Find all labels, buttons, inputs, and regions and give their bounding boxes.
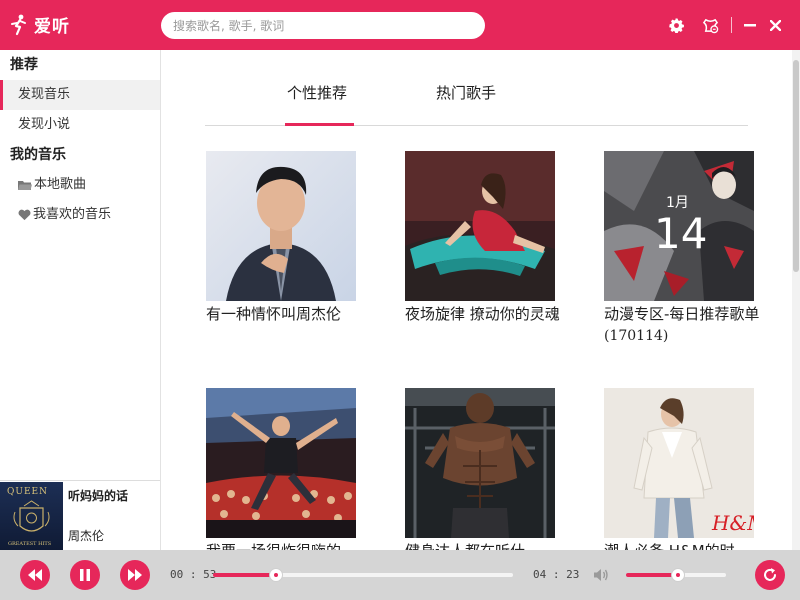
volume-button[interactable] (593, 567, 609, 587)
title-separator (731, 17, 732, 33)
playlist-caption: 我要一场很炸很嗨的 (206, 541, 366, 550)
app-title: 爱听 (34, 17, 70, 37)
playlist-card[interactable]: 有一种情怀叫周杰伦 (206, 151, 366, 325)
playlist-caption: 健身达人都在听什 (405, 541, 565, 550)
sidebar-item-discover-music[interactable]: 发现音乐 (0, 80, 160, 110)
volume-icon (594, 569, 608, 581)
pause-button[interactable] (70, 560, 100, 590)
playlist-caption: 动漫专区-每日推荐歌单(170114) (604, 305, 760, 344)
progress-handle[interactable] (269, 568, 283, 582)
playlist-cover: H&M (604, 388, 754, 538)
loop-icon (764, 568, 776, 581)
sidebar-item-favorites[interactable]: 我喜欢的音乐 (0, 200, 160, 230)
volume-slider[interactable] (626, 568, 726, 582)
folder-icon (18, 179, 32, 191)
close-button[interactable] (765, 15, 785, 35)
album-cover: QUEEN GREATEST HITS (0, 482, 63, 551)
gear-icon (668, 17, 684, 33)
tab-bar: 个性推荐 热门歌手 (205, 50, 748, 126)
skin-icon (702, 18, 718, 33)
sidebar-item-label: 我喜欢的音乐 (33, 207, 112, 222)
date-day: 14 (654, 209, 708, 258)
now-playing-artist: 周杰伦 (68, 529, 105, 543)
playlist-cover (405, 388, 555, 538)
playlist-caption: 夜场旋律 撩动你的灵魂 (405, 305, 560, 323)
current-time: 00 : 53 (170, 568, 217, 581)
minimize-icon (744, 24, 756, 27)
sidebar-item-discover-novel[interactable]: 发现小说 (0, 110, 160, 140)
playlist-card[interactable]: 健身达人都在听什 (405, 388, 565, 550)
tab-personal-recommend[interactable]: 个性推荐 (287, 82, 347, 103)
player-bar: 00 : 53 04 : 23 (0, 550, 800, 600)
cover-subtitle: GREATEST HITS (8, 541, 52, 547)
playlist-caption: 有一种情怀叫周杰伦 (206, 305, 342, 323)
main-scrollbar[interactable] (792, 50, 800, 550)
volume-handle[interactable] (671, 568, 685, 582)
playlist-card[interactable]: H&M 潮人必备 H&M的时 (604, 388, 764, 550)
heart-icon (18, 209, 31, 221)
logo-icon (11, 14, 26, 35)
playlist-card[interactable]: 我要一场很炸很嗨的 (206, 388, 366, 550)
settings-button[interactable] (666, 15, 686, 35)
tab-hot-singers[interactable]: 热门歌手 (436, 82, 496, 103)
logo: 爱听 (10, 12, 70, 37)
loop-button[interactable] (755, 560, 785, 590)
main-content: 个性推荐 热门歌手 有一种情怀叫周杰伦 夜场旋律 撩动你的灵魂 1月 14 动漫… (161, 50, 792, 550)
previous-button[interactable] (20, 560, 50, 590)
playlist-cover (405, 151, 555, 301)
playlist-card[interactable]: 夜场旋律 撩动你的灵魂 (405, 151, 565, 325)
sidebar-item-label: 发现音乐 (18, 87, 71, 102)
sidebar: 推荐 发现音乐 发现小说 我的音乐 本地歌曲 我喜欢的音乐 QUEEN GREA… (0, 50, 161, 551)
search-input[interactable] (161, 12, 485, 39)
sidebar-heading-my-music: 我的音乐 (10, 147, 66, 163)
now-playing-title: 听妈妈的话 (68, 489, 129, 503)
pause-icon (80, 569, 90, 581)
total-time: 04 : 23 (533, 568, 580, 581)
hm-logo: H&M (711, 511, 754, 535)
playlist-cover (206, 388, 356, 538)
close-icon (769, 19, 781, 31)
sidebar-item-label: 发现小说 (18, 117, 71, 132)
scrollbar-thumb[interactable] (793, 60, 799, 272)
active-tab-indicator (285, 123, 354, 126)
sidebar-item-label: 本地歌曲 (34, 177, 87, 192)
progress-slider[interactable] (213, 568, 513, 582)
sidebar-heading-recommend: 推荐 (10, 57, 38, 73)
app-window: 爱听 推荐 发现音乐 发现小说 (0, 0, 800, 600)
next-icon (128, 569, 142, 581)
prev-icon (28, 569, 42, 581)
playlist-cover (206, 151, 356, 301)
minimize-button[interactable] (740, 15, 760, 35)
progress-fill (213, 573, 276, 577)
playlist-caption: 潮人必备 H&M的时 (604, 541, 764, 550)
next-button[interactable] (120, 560, 150, 590)
skin-button[interactable] (700, 15, 720, 35)
title-bar: 爱听 (0, 0, 800, 50)
playlist-card[interactable]: 1月 14 动漫专区-每日推荐歌单(170114) (604, 151, 764, 347)
sidebar-item-local-songs[interactable]: 本地歌曲 (0, 170, 160, 200)
now-playing[interactable]: QUEEN GREATEST HITS 听妈妈的话 周杰伦 (0, 480, 160, 551)
